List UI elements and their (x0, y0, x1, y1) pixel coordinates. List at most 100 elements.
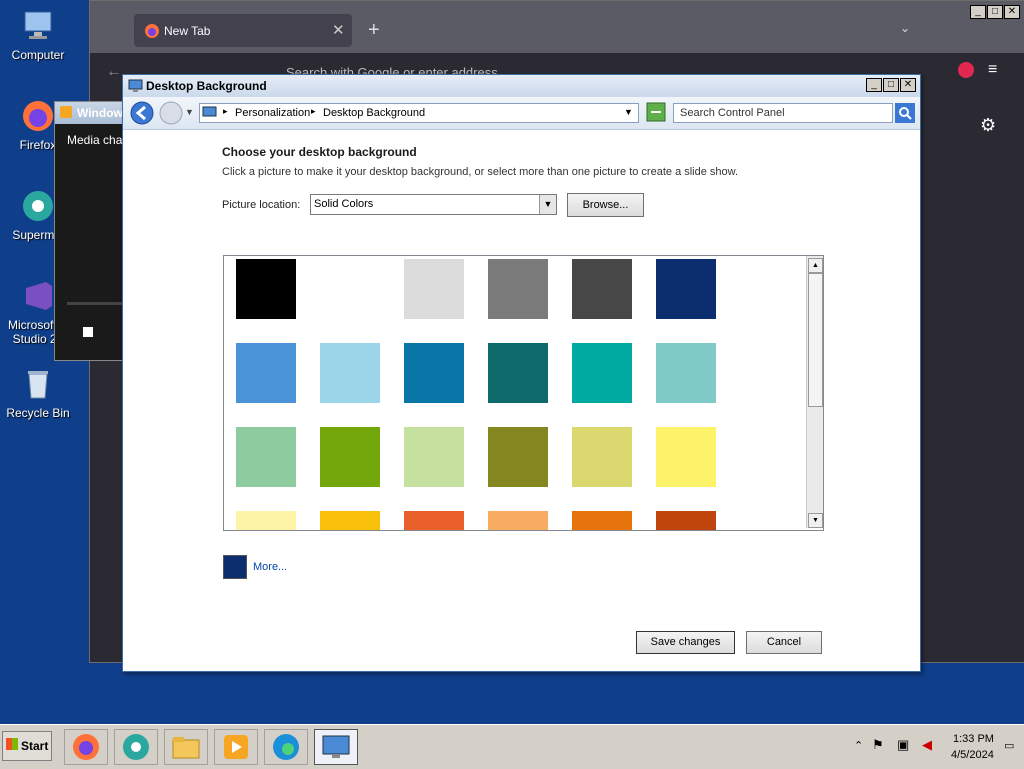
color-swatch[interactable] (236, 511, 296, 530)
color-swatch[interactable] (572, 427, 632, 487)
color-swatch[interactable] (488, 343, 548, 403)
settings-gear-icon[interactable]: ⚙ (980, 115, 996, 136)
color-swatch[interactable] (656, 343, 716, 403)
taskbar-media-player[interactable] (214, 729, 258, 765)
media-player-icon (60, 106, 72, 118)
minimize-button[interactable]: _ (970, 5, 986, 19)
browse-button[interactable]: Browse... (567, 193, 644, 217)
search-icon[interactable] (895, 103, 915, 123)
color-swatch[interactable] (236, 259, 296, 319)
start-button[interactable]: Start (2, 731, 52, 761)
picture-location-label: Picture location: (222, 199, 301, 211)
close-button[interactable]: ✕ (900, 78, 916, 92)
firefox-icon (20, 98, 56, 134)
search-input[interactable]: Search Control Panel (673, 103, 893, 123)
clock-date[interactable]: 4/5/2024 (951, 749, 994, 761)
color-swatch[interactable] (656, 511, 716, 530)
color-swatch[interactable] (404, 427, 464, 487)
save-changes-button[interactable]: Save changes (636, 631, 735, 654)
back-arrow-icon[interactable] (130, 101, 154, 125)
stop-icon[interactable] (83, 327, 93, 337)
firefox-icon (73, 734, 99, 760)
color-swatch[interactable] (488, 259, 548, 319)
breadcrumb-desktop-background[interactable]: Desktop Background (323, 107, 425, 119)
color-swatch[interactable] (236, 343, 296, 403)
desktop-icon-computer[interactable]: Computer (0, 8, 76, 62)
breadcrumb[interactable]: ▸ Personalization ▸ Desktop Background ▼ (199, 103, 639, 123)
color-swatch[interactable] (488, 427, 548, 487)
desktop-icon-recycle-bin[interactable]: Recycle Bin (0, 366, 76, 420)
computer-icon (20, 8, 56, 44)
ublock-icon[interactable] (958, 62, 974, 78)
chevron-down-icon[interactable]: ▼ (539, 195, 556, 214)
color-swatch[interactable] (236, 427, 296, 487)
close-button[interactable]: ✕ (1004, 5, 1020, 19)
media-window-title: Window (77, 106, 123, 120)
maximize-button[interactable]: □ (987, 5, 1003, 19)
windows-logo-icon (6, 738, 18, 750)
color-swatch[interactable] (488, 511, 548, 530)
vertical-scrollbar[interactable]: ▲ ▼ (806, 256, 823, 528)
page-heading: Choose your desktop background (222, 145, 417, 159)
menu-icon[interactable]: ≡ (988, 61, 997, 79)
color-swatch[interactable] (320, 427, 380, 487)
color-swatch[interactable] (320, 259, 380, 319)
firefox-icon (145, 24, 159, 38)
breadcrumb-personalization[interactable]: Personalization (235, 107, 310, 119)
display-icon (128, 79, 143, 92)
supermium-icon (123, 734, 149, 760)
dialog-title-bar: Desktop Background _ □ ✕ (123, 75, 920, 98)
color-swatch[interactable] (404, 259, 464, 319)
media-content-text: Media cha (67, 133, 123, 147)
list-tabs-icon[interactable]: ⌄ (900, 21, 910, 35)
media-player-icon (224, 735, 248, 759)
start-label: Start (21, 739, 49, 753)
browser-tab[interactable]: New Tab ✕ (134, 14, 352, 47)
scroll-down-icon[interactable]: ▼ (808, 513, 823, 528)
page-description: Click a picture to make it your desktop … (222, 166, 739, 178)
maximize-button[interactable]: □ (883, 78, 899, 92)
color-swatch[interactable] (320, 511, 380, 530)
taskbar-firefox[interactable] (64, 729, 108, 765)
back-icon[interactable]: ← (106, 63, 122, 81)
more-colors-swatch[interactable] (223, 555, 247, 579)
more-colors-link[interactable]: More... (253, 561, 287, 573)
media-seek-bar[interactable] (67, 302, 129, 305)
color-swatch[interactable] (572, 343, 632, 403)
address-bar: ▼ ▸ Personalization ▸ Desktop Background… (123, 97, 920, 130)
network-icon[interactable]: ▣ (897, 737, 909, 753)
desktop-icon-label: Recycle Bin (6, 406, 70, 420)
color-swatch[interactable] (404, 511, 464, 530)
close-tab-icon[interactable]: ✕ (332, 21, 345, 39)
color-swatch[interactable] (572, 511, 632, 530)
color-swatch[interactable] (404, 343, 464, 403)
address-dropdown-icon[interactable]: ▼ (624, 107, 633, 117)
color-swatch-grid: ▲ ▼ (223, 255, 824, 531)
clock-time[interactable]: 1:33 PM (953, 733, 994, 745)
cancel-button[interactable]: Cancel (746, 631, 822, 654)
desktop-icon-label: Firefox (19, 138, 57, 152)
new-tab-button[interactable]: + (368, 19, 380, 42)
forward-arrow-icon[interactable] (159, 101, 183, 125)
taskbar-control-panel[interactable] (314, 729, 358, 765)
taskbar-file-explorer[interactable] (164, 729, 208, 765)
color-swatch[interactable] (320, 343, 380, 403)
show-hidden-icons-icon[interactable]: ⌃ (854, 739, 863, 752)
action-center-flag-icon[interactable]: ⚑ (872, 737, 884, 753)
taskbar-supermium[interactable] (114, 729, 158, 765)
desktop-icon-label: Computer (11, 48, 65, 62)
minimize-button[interactable]: _ (866, 78, 882, 92)
color-swatch[interactable] (572, 259, 632, 319)
scroll-thumb[interactable] (808, 273, 823, 407)
recent-pages-chevron-icon[interactable]: ▼ (185, 107, 194, 117)
volume-muted-icon[interactable]: ◀ (922, 737, 932, 753)
color-swatch[interactable] (656, 259, 716, 319)
edge-icon (273, 734, 299, 760)
show-desktop-icon[interactable]: ▭ (1004, 739, 1014, 752)
browser-tab-strip: New Tab ✕ + ⌄ _ □ ✕ (90, 1, 1024, 53)
refresh-icon[interactable] (646, 102, 666, 122)
scroll-up-icon[interactable]: ▲ (808, 258, 823, 273)
picture-location-select[interactable]: Solid Colors ▼ (310, 194, 557, 215)
taskbar-edge[interactable] (264, 729, 308, 765)
color-swatch[interactable] (656, 427, 716, 487)
